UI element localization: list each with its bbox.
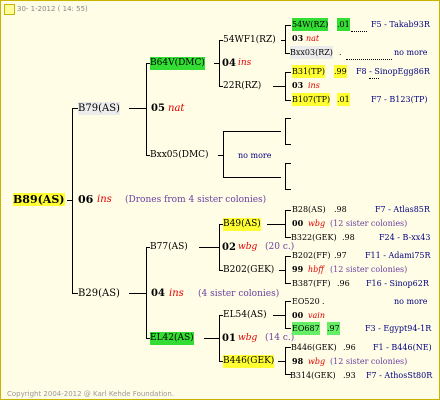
father-note: nat bbox=[168, 103, 185, 114]
ancestor-2-year: 03 bbox=[292, 33, 304, 43]
ancestor-9-name[interactable]: B322(GEK) bbox=[291, 231, 337, 244]
ancestor-11-count: (12 sister colonies) bbox=[330, 265, 408, 274]
mother-left-year: 02 bbox=[222, 242, 236, 253]
ancestor-15-ref[interactable]: F3 - Egypt94-1R bbox=[365, 322, 431, 335]
ancestor-12-year: .96 bbox=[337, 279, 350, 288]
ancestor-14-year: 00 bbox=[292, 310, 304, 320]
mother-right-top[interactable]: EL54(AS) bbox=[223, 309, 267, 322]
ancestor-13-dot: . bbox=[322, 297, 325, 306]
father-left-year: 04 bbox=[222, 58, 236, 69]
ancestor-10-ref[interactable]: F11 - Adami75R bbox=[365, 249, 431, 262]
ancestor-13-name[interactable]: EO520 bbox=[292, 295, 320, 308]
ancestor-7-name[interactable]: B28(AS) bbox=[292, 203, 326, 216]
ancestor-10-name[interactable]: B202(FF) bbox=[292, 249, 331, 262]
ancestor-16-name[interactable]: B446(GEK) bbox=[291, 341, 337, 354]
ancestor-2-note: nat bbox=[306, 34, 320, 43]
root-colony[interactable]: B89(AS) bbox=[13, 193, 65, 206]
ancestor-16-year: .96 bbox=[343, 343, 356, 352]
father-year: 05 bbox=[151, 103, 165, 114]
ancestor-6-year: .01 bbox=[337, 93, 350, 106]
ancestor-9-ref[interactable]: F24 - B-xx43 bbox=[379, 231, 430, 244]
ancestor-12-ref[interactable]: F16 - Sinop62R bbox=[366, 277, 429, 290]
ancestor-8-note: wbg bbox=[308, 219, 326, 228]
ancestor-5-year: 03 bbox=[292, 80, 304, 90]
mother-right-year: 01 bbox=[222, 333, 236, 344]
copyright-footer: Copyright 2004-2012 @ Karl Kehde Foundat… bbox=[7, 390, 175, 398]
root-drones-text: (Drones from 4 sister colonies) bbox=[125, 195, 267, 205]
ancestor-18-year: .93 bbox=[343, 371, 356, 380]
mother-right-count: (14 c.) bbox=[265, 333, 295, 343]
ancestor-1-name[interactable]: 54W(RZ) bbox=[292, 18, 329, 31]
ancestor-11-note: hbff bbox=[308, 265, 324, 274]
ancestor-4-name[interactable]: B31(TP) bbox=[292, 65, 326, 78]
father-left-colony[interactable]: B64V(DMC) bbox=[150, 57, 205, 70]
ancestor-7-year: .98 bbox=[334, 205, 347, 214]
father-left-bottom[interactable]: 22R(RZ) bbox=[223, 80, 261, 93]
ancestor-8-year: 00 bbox=[292, 218, 304, 228]
mother-year: 04 bbox=[151, 288, 165, 299]
mother-note: ins bbox=[169, 288, 184, 299]
father-left-top[interactable]: 54WF1(RZ) bbox=[223, 34, 276, 47]
ancestor-4-ref[interactable]: F8 - SinopEgg86R bbox=[356, 65, 430, 78]
ancestor-3-ref: no more bbox=[394, 48, 428, 57]
father-colony[interactable]: B79(AS) bbox=[78, 102, 120, 115]
ancestor-6-name[interactable]: B107(TP) bbox=[292, 93, 331, 106]
ancestor-6-ref[interactable]: F7 - B123(TP) bbox=[371, 93, 428, 106]
ancestor-10-year: .97 bbox=[334, 251, 347, 260]
father-left-note: ins bbox=[238, 58, 252, 68]
mother-colony[interactable]: B29(AS) bbox=[78, 287, 120, 300]
window-icon bbox=[4, 4, 15, 15]
mother-right-note: wbg bbox=[238, 333, 258, 343]
mother-sisters-text: (4 sister colonies) bbox=[198, 289, 280, 299]
ancestor-1-year: .01 bbox=[337, 18, 350, 31]
ancestor-3-dot: . bbox=[339, 48, 342, 57]
mother-left-bottom[interactable]: B202(GEK) bbox=[223, 264, 274, 277]
ancestor-7-ref[interactable]: F7 - Atlas85R bbox=[375, 203, 430, 216]
ancestor-12-name[interactable]: B387(FF) bbox=[292, 277, 331, 290]
mother-left-top[interactable]: B49(AS) bbox=[223, 218, 261, 231]
ancestor-8-count: (12 sister colonies) bbox=[330, 219, 408, 228]
ancestor-17-note: wbg bbox=[308, 357, 326, 366]
root-note: ins bbox=[97, 194, 112, 205]
ancestor-5-note: ins bbox=[308, 81, 320, 90]
ancestor-16-ref[interactable]: F1 - B446(NE) bbox=[373, 341, 432, 354]
ancestor-13-ref: no more bbox=[394, 297, 428, 306]
father-right-colony[interactable]: Bxx05(DMC) bbox=[150, 149, 209, 162]
ancestor-15-name[interactable]: EO687 bbox=[292, 322, 320, 335]
date-header: 30- 1-2012 ( 14: 55) bbox=[17, 5, 88, 13]
root-year: 06 bbox=[78, 193, 94, 206]
ancestor-14-note: vain bbox=[308, 311, 325, 320]
mother-left-note: wbg bbox=[238, 242, 258, 252]
ancestor-17-count: (12 sister colonies) bbox=[330, 357, 408, 366]
ancestor-17-year: 98 bbox=[292, 356, 304, 366]
mother-right-colony[interactable]: EL42(AS) bbox=[150, 332, 194, 345]
mother-right-bottom[interactable]: B446(GEK) bbox=[223, 355, 275, 368]
father-right-ref: no more bbox=[238, 151, 272, 160]
ancestor-18-name[interactable]: B314(GEK) bbox=[290, 369, 336, 382]
ancestor-9-year: .98 bbox=[342, 233, 355, 242]
ancestor-18-ref[interactable]: F7 - AthosSt80R bbox=[366, 369, 432, 382]
pedigree-panel: 30- 1-2012 ( 14: 55) B89(AS) 06 ins (Dro… bbox=[0, 0, 440, 400]
mother-left-count: (20 c.) bbox=[265, 242, 295, 252]
mother-left-colony[interactable]: B77(AS) bbox=[150, 241, 188, 254]
ancestor-1-ref[interactable]: F5 - Takab93R bbox=[371, 18, 430, 31]
ancestor-3-name[interactable]: Bxx03(RZ) bbox=[290, 46, 333, 59]
ancestor-15-year: .97 bbox=[327, 322, 340, 335]
ancestor-11-year: 99 bbox=[292, 264, 304, 274]
ancestor-4-year: .99 bbox=[334, 65, 347, 78]
